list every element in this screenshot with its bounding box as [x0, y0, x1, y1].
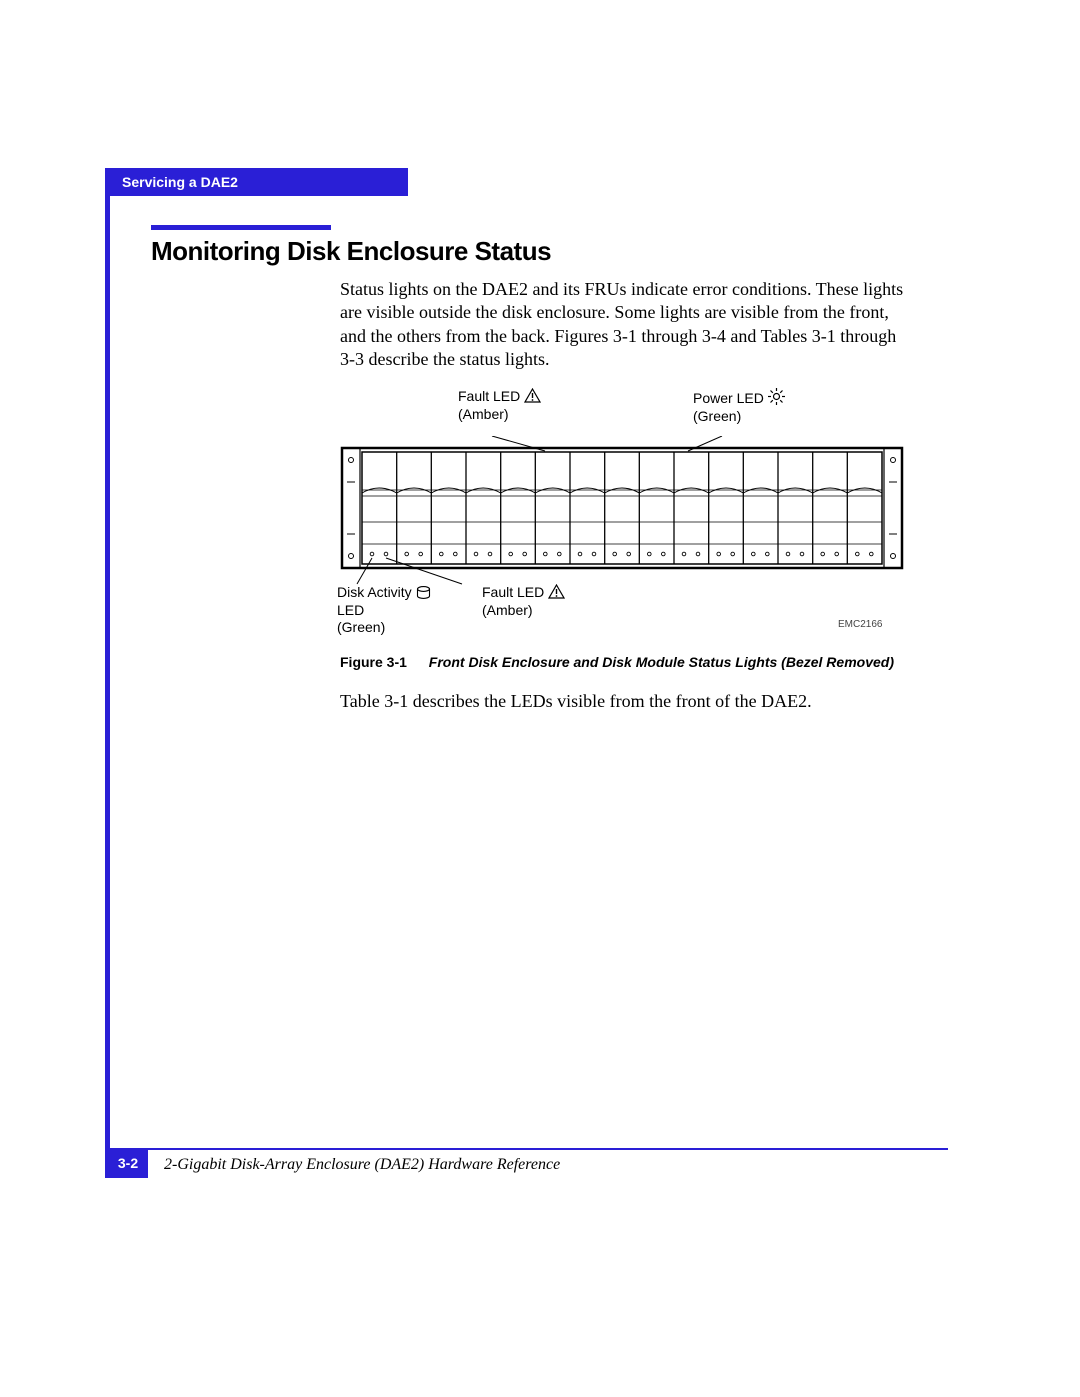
body-paragraph-1: Status lights on the DAE2 and its FRUs i… — [340, 278, 905, 372]
label-sub: (Amber) — [482, 602, 533, 618]
label-sub: (Amber) — [458, 406, 509, 422]
section-title: Monitoring Disk Enclosure Status — [151, 236, 551, 267]
title-rule — [151, 225, 331, 230]
power-sun-icon — [768, 388, 785, 405]
chapter-tab: Servicing a DAE2 — [108, 168, 408, 196]
label-sub: (Green) — [337, 619, 385, 635]
label-text: Power LED — [693, 390, 764, 406]
figure-title: Front Disk Enclosure and Disk Module Sta… — [429, 654, 894, 670]
disk-cylinder-icon — [416, 586, 431, 599]
label-text: Fault LED — [458, 388, 520, 404]
body-paragraph-2: Table 3-1 describes the LEDs visible fro… — [340, 690, 905, 713]
drawing-id: EMC2166 — [838, 619, 882, 632]
label-fault-led-bottom: Fault LED (Amber) — [482, 584, 565, 619]
side-rule — [105, 168, 110, 1178]
label-text: Disk Activity — [337, 584, 412, 600]
label-sub: (Green) — [693, 408, 741, 424]
label-fault-led-top: Fault LED (Amber) — [458, 388, 541, 423]
label-power-led-top: Power LED (Green) — [693, 388, 785, 425]
figure-number: Figure 3-1 — [340, 654, 407, 670]
label-disk-activity-led: Disk Activity LED (Green) — [337, 584, 431, 637]
footer-rule — [148, 1148, 948, 1150]
footer-doc-title: 2-Gigabit Disk-Array Enclosure (DAE2) Ha… — [164, 1156, 560, 1174]
figure-3-1: Fault LED (Amber) Power LED — [340, 376, 905, 661]
warning-triangle-icon — [524, 388, 541, 403]
label-line2: LED — [337, 602, 364, 618]
figure-caption: Figure 3-1 Front Disk Enclosure and Disk… — [340, 654, 894, 670]
warning-triangle-icon — [548, 584, 565, 599]
document-page: Servicing a DAE2 Monitoring Disk Enclosu… — [0, 0, 1080, 1397]
page-number: 3-2 — [108, 1148, 148, 1178]
label-text: Fault LED — [482, 584, 544, 600]
